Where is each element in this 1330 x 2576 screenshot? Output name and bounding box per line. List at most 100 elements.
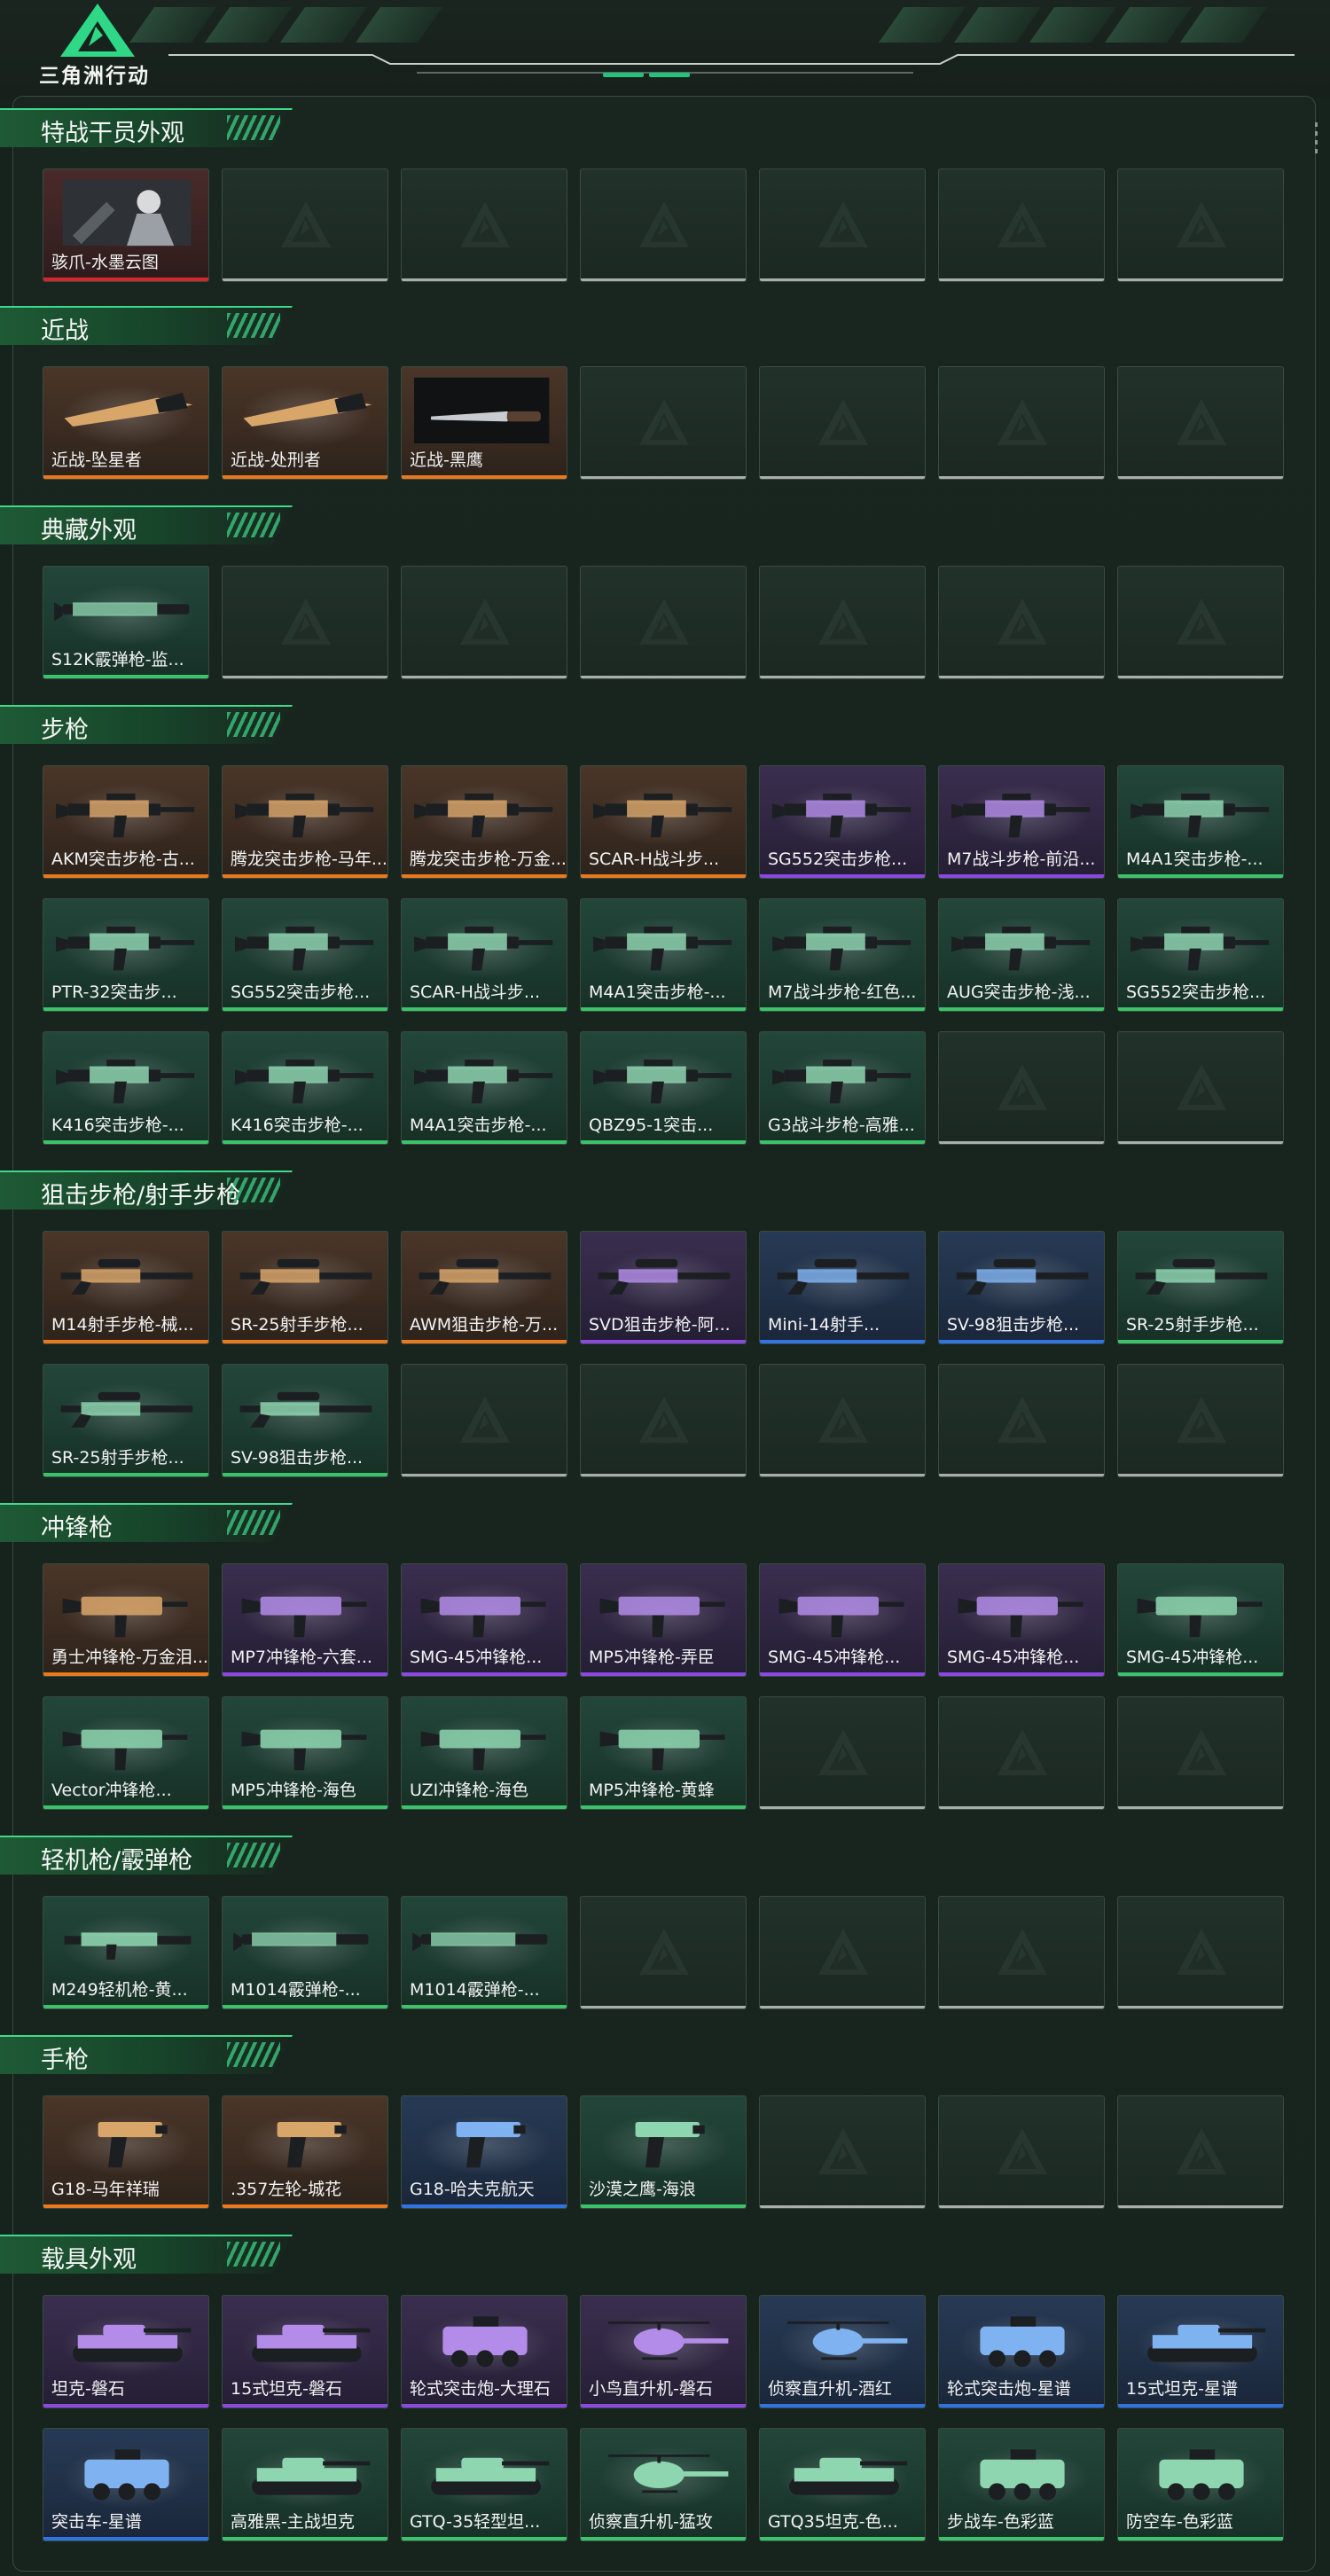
page-indicator [603, 64, 736, 77]
game-title: 三角洲行动 [39, 65, 150, 88]
skin-card[interactable]: MP5冲锋枪-海色 [222, 1696, 388, 1810]
skin-card[interactable]: 沙漠之鹰-海浪 [580, 2095, 747, 2209]
skin-card[interactable]: K416突击步枪-... [222, 1031, 388, 1145]
rarity-bar [939, 1672, 1104, 1676]
skin-card[interactable]: 坦克-磐石 [43, 2295, 209, 2408]
skin-card[interactable]: 侦察直升机-酒红 [759, 2295, 926, 2408]
skin-card[interactable]: 步战车-色彩蓝 [938, 2428, 1105, 2541]
skin-card[interactable]: MP7冲锋枪-六套... [222, 1563, 388, 1677]
skin-card[interactable]: SG552突击步枪... [222, 898, 388, 1012]
skin-card[interactable]: 侦察直升机-猛攻 [580, 2428, 747, 2541]
skin-card[interactable]: K416突击步枪-... [43, 1031, 209, 1145]
skin-card[interactable]: 防空车-色彩蓝 [1117, 2428, 1284, 2541]
skin-card[interactable]: SMG-45冲锋枪... [1117, 1563, 1284, 1677]
armored-car-icon [84, 2449, 169, 2501]
skin-card[interactable]: M249轻机枪-黄... [43, 1896, 209, 2009]
skin-card[interactable]: GTQ35坦克-色... [759, 2428, 926, 2541]
skin-card-label: 防空车-色彩蓝 [1126, 2512, 1233, 2532]
section-title: 冲锋枪 [41, 1515, 113, 1542]
skin-card[interactable]: 突击车-星谱 [43, 2428, 209, 2541]
skin-card[interactable]: S12K霰弹枪-监... [43, 566, 209, 679]
skin-card[interactable]: 高雅黑-主战坦克 [222, 2428, 388, 2541]
skin-card[interactable]: G18-马年祥瑞 [43, 2095, 209, 2209]
skin-card[interactable]: M7战斗步枪-红色... [759, 898, 926, 1012]
skin-card[interactable]: 近战-坠星者 [43, 366, 209, 480]
skin-card[interactable]: SCAR-H战斗步... [401, 898, 567, 1012]
skin-card[interactable]: SMG-45冲锋枪... [938, 1563, 1105, 1677]
delta-watermark-icon [818, 599, 868, 645]
rarity-bar [43, 2537, 208, 2541]
skin-card-label: M4A1突击步枪-... [410, 1116, 547, 1135]
skin-card[interactable]: SR-25射手步枪... [222, 1231, 388, 1344]
skin-card[interactable]: SMG-45冲锋枪... [401, 1563, 567, 1677]
skin-card-label: SMG-45冲锋枪... [947, 1648, 1080, 1667]
skin-card[interactable]: .357左轮-城花 [222, 2095, 388, 2209]
smg-icon [420, 1596, 546, 1638]
skin-card[interactable]: 小鸟直升机-磐石 [580, 2295, 747, 2408]
rarity-bar [402, 1672, 567, 1676]
skin-card[interactable]: PTR-32突击步... [43, 898, 209, 1012]
skin-card[interactable]: 15式坦克-磐石 [222, 2295, 388, 2408]
skin-card[interactable]: GTQ-35轻型坦... [401, 2428, 567, 2541]
skin-card[interactable]: QBZ95-1突击... [580, 1031, 747, 1145]
skin-card[interactable]: SV-98狙击步枪... [938, 1231, 1105, 1344]
skin-card[interactable]: M1014霰弹枪-... [222, 1896, 388, 2009]
skin-card[interactable]: AWM狙击步枪-万... [401, 1231, 567, 1344]
skin-card[interactable]: G18-哈夫克航天 [401, 2095, 567, 2209]
skin-card[interactable]: SV-98狙击步枪... [222, 1364, 388, 1477]
skin-card[interactable]: 腾龙突击步枪-马年... [222, 765, 388, 879]
skin-card[interactable]: Vector冲锋枪... [43, 1696, 209, 1810]
skin-card-label: 近战-黑鹰 [410, 450, 483, 470]
skin-card[interactable]: MP5冲锋枪-弄臣 [580, 1563, 747, 1677]
skin-card[interactable]: SMG-45冲锋枪... [759, 1563, 926, 1677]
skin-card-label: SCAR-H战斗步... [410, 983, 541, 1002]
skin-card-label: SMG-45冲锋枪... [768, 1648, 901, 1667]
skin-card[interactable]: SCAR-H战斗步... [580, 765, 747, 879]
slot-bar [939, 1806, 1104, 1809]
skin-card-label: 侦察直升机-酒红 [768, 2379, 892, 2399]
skin-card[interactable]: 轮式突击炮-大理石 [401, 2295, 567, 2408]
skin-card[interactable]: SR-25射手步枪... [43, 1364, 209, 1477]
skin-card[interactable]: M4A1突击步枪-... [401, 1031, 567, 1145]
skin-card[interactable]: M14射手步枪-械... [43, 1231, 209, 1344]
rarity-bar [760, 874, 925, 878]
skin-card[interactable]: AUG突击步枪-浅... [938, 898, 1105, 1012]
skin-card[interactable]: M7战斗步枪-前沿... [938, 765, 1105, 879]
slot-bar [1118, 2205, 1283, 2208]
skin-card[interactable]: M4A1突击步枪-... [580, 898, 747, 1012]
delta-watermark-icon [460, 599, 510, 645]
skin-card[interactable]: SG552突击步枪... [759, 765, 926, 879]
rifle-icon [772, 793, 911, 838]
skin-card[interactable]: SG552突击步枪... [1117, 898, 1284, 1012]
shotgun-icon [54, 602, 190, 622]
rifle-icon [235, 926, 374, 971]
skin-card[interactable]: M1014霰弹枪-... [401, 1896, 567, 2009]
tank-icon [252, 2457, 371, 2495]
skin-card[interactable]: 腾龙突击步枪-万金... [401, 765, 567, 879]
skin-card[interactable]: 勇士冲锋枪-万金泪... [43, 1563, 209, 1677]
skin-card[interactable]: SR-25射手步枪... [1117, 1231, 1284, 1344]
skin-card[interactable]: AKM突击步枪-古... [43, 765, 209, 879]
skin-card[interactable]: MP5冲锋枪-黄蜂 [580, 1696, 747, 1810]
skin-card-label: AKM突击步枪-古... [51, 850, 195, 869]
skin-card[interactable]: 近战-黑鹰 [401, 366, 567, 480]
skin-card[interactable]: 近战-处刑者 [222, 366, 388, 480]
skin-card[interactable]: Mini-14射手... [759, 1231, 926, 1344]
skin-card-label: SV-98狙击步枪... [231, 1448, 364, 1468]
skin-card-label: 腾龙突击步枪-万金... [410, 850, 566, 869]
skin-card[interactable]: 骇爪-水墨云图 [43, 168, 209, 282]
skin-card[interactable]: SVD狙击步枪-阿... [580, 1231, 747, 1344]
skin-card-label: 高雅黑-主战坦克 [231, 2512, 355, 2532]
banner-trim [168, 54, 1295, 74]
empty-slot [938, 168, 1105, 282]
skin-card[interactable]: G3战斗步枪-高雅... [759, 1031, 926, 1145]
smg-icon [62, 1729, 188, 1771]
scroll-handle[interactable] [1315, 122, 1318, 161]
skin-card[interactable]: M4A1突击步枪-... [1117, 765, 1284, 879]
melee-blade-icon [64, 392, 193, 427]
empty-slot [401, 566, 567, 679]
rarity-bar [1118, 2404, 1283, 2408]
skin-card[interactable]: 15式坦克-星谱 [1117, 2295, 1284, 2408]
skin-card[interactable]: UZI冲锋枪-海色 [401, 1696, 567, 1810]
skin-card[interactable]: 轮式突击炮-星谱 [938, 2295, 1105, 2408]
